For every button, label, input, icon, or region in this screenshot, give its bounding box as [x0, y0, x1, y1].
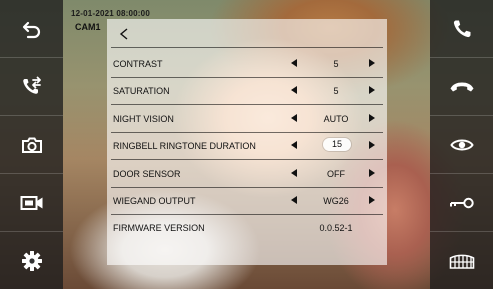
camera-name: CAM1: [75, 22, 101, 32]
phone-hangup-icon: [450, 82, 473, 91]
setting-value: 5: [333, 59, 339, 69]
phone-answer-icon: [453, 20, 470, 37]
triangle-right-icon: [369, 113, 375, 122]
setting-value: 15: [323, 138, 351, 152]
setting-value: 5: [333, 86, 339, 97]
answer-button[interactable]: [430, 0, 493, 58]
hang-up-button[interactable]: [430, 58, 493, 116]
triangle-left-icon: [291, 168, 297, 177]
triangle-right-icon: [369, 59, 375, 67]
setting-label: CONTRAST: [113, 59, 163, 69]
triangle-right-icon: [369, 86, 375, 95]
decrease-arrow-button[interactable]: [289, 140, 299, 150]
intercom-screen: 12-01-2021 08:00:00 CAM1 CONTRAST 5 SATURA…: [0, 0, 493, 289]
settings-menu: CONTRAST 5 SATURATION 5 NIGHT VISION AUTO RING…: [107, 19, 387, 265]
video-record-icon: [20, 195, 42, 210]
menu-divider: [111, 47, 383, 48]
back-button[interactable]: [115, 25, 133, 43]
increase-arrow-button[interactable]: [367, 140, 377, 150]
increase-arrow-button[interactable]: [367, 85, 377, 95]
right-toolbar: [430, 0, 493, 289]
settings-button[interactable]: [0, 232, 63, 289]
setting-label: SATURATION: [113, 86, 170, 97]
setting-row[interactable]: RINGBELL RINGTONE DURATION 15: [111, 132, 383, 161]
return-button[interactable]: [0, 0, 63, 58]
gate-button[interactable]: [430, 232, 493, 289]
camera-icon: [21, 137, 42, 153]
increase-arrow-button[interactable]: [367, 168, 377, 178]
setting-label: RINGBELL RINGTONE DURATION: [113, 141, 256, 152]
decrease-arrow-button[interactable]: [289, 195, 299, 205]
record-button[interactable]: [0, 174, 63, 232]
chevron-left-icon: [119, 28, 128, 40]
setting-row[interactable]: DOOR SENSOR OFF: [111, 160, 383, 188]
triangle-left-icon: [291, 141, 297, 150]
snapshot-button[interactable]: [0, 116, 63, 174]
setting-row[interactable]: NIGHT VISION AUTO: [111, 105, 383, 133]
increase-arrow-button[interactable]: [367, 58, 377, 68]
triangle-left-icon: [291, 59, 297, 67]
gate-icon: [449, 254, 474, 269]
increase-arrow-button[interactable]: [367, 113, 377, 123]
triangle-left-icon: [291, 196, 297, 204]
timestamp: 12-01-2021 08:00:00: [71, 9, 150, 18]
monitor-button[interactable]: [430, 116, 493, 174]
triangle-right-icon: [369, 141, 375, 150]
setting-value: 0.0.52-1: [319, 223, 353, 234]
gear-icon: [21, 250, 42, 271]
left-toolbar: [0, 0, 63, 289]
decrease-arrow-button[interactable]: [289, 58, 299, 68]
return-icon: [22, 21, 40, 38]
setting-row[interactable]: WIEGAND OUTPUT WG26: [111, 187, 383, 215]
triangle-right-icon: [369, 196, 375, 204]
decrease-arrow-button[interactable]: [289, 85, 299, 95]
triangle-left-icon: [291, 113, 297, 122]
key-icon: [449, 197, 474, 208]
decrease-arrow-button[interactable]: [289, 113, 299, 123]
setting-value: WG26: [323, 196, 349, 206]
call-transfer-button[interactable]: [0, 58, 63, 116]
setting-label: FIRMWARE VERSION: [113, 223, 205, 234]
setting-value: AUTO: [323, 113, 349, 124]
eye-icon: [449, 139, 474, 150]
setting-row[interactable]: SATURATION 5: [111, 77, 383, 106]
triangle-right-icon: [369, 168, 375, 177]
decrease-arrow-button[interactable]: [289, 168, 299, 178]
unlock-button[interactable]: [430, 174, 493, 232]
setting-row[interactable]: CONTRAST 5: [111, 50, 383, 78]
call-transfer-icon: [22, 76, 41, 94]
setting-label: WIEGAND OUTPUT: [113, 196, 196, 206]
setting-label: NIGHT VISION: [113, 113, 174, 124]
setting-row[interactable]: FIRMWARE VERSION 0.0.52-1: [111, 214, 383, 241]
increase-arrow-button[interactable]: [367, 195, 377, 205]
setting-value: OFF: [327, 168, 345, 179]
triangle-left-icon: [291, 86, 297, 95]
setting-label: DOOR SENSOR: [113, 168, 181, 179]
